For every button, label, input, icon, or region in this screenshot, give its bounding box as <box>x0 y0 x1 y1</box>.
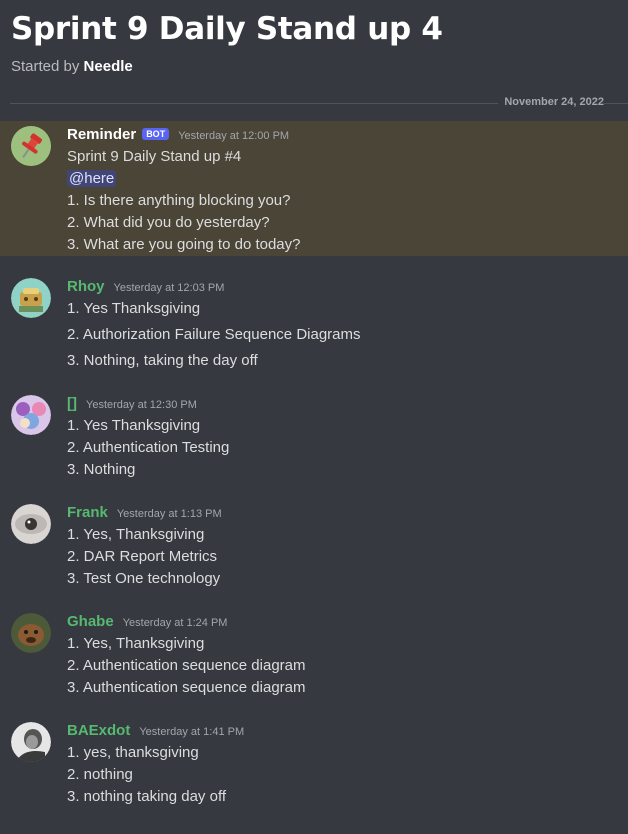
message-line: 2. nothing <box>67 766 133 783</box>
message-header: Reminder BOT Yesterday at 12:00 PM <box>67 126 289 143</box>
message-line: @here <box>67 170 117 187</box>
author-name[interactable]: Ghabe <box>67 613 114 630</box>
message-line: 3. Authentication sequence diagram <box>67 679 306 696</box>
message-line: 2. Authentication sequence diagram <box>67 657 306 674</box>
message-line: 3. Nothing <box>67 461 136 478</box>
started-by-name[interactable]: Needle <box>84 58 133 75</box>
message-line: 3. What are you going to do today? <box>67 236 301 253</box>
message-line: 2. Authentication Testing <box>67 439 230 456</box>
pushpin-icon <box>11 126 51 166</box>
message-header: Rhoy Yesterday at 12:03 PM <box>67 278 224 295</box>
timestamp[interactable]: Yesterday at 1:24 PM <box>123 617 228 629</box>
message-line: 3. Test One technology <box>67 570 221 587</box>
message-frank[interactable]: Frank Yesterday at 1:13 PM 1. Yes, Thank… <box>0 504 628 594</box>
bot-badge: BOT <box>142 128 170 140</box>
avatar[interactable] <box>11 613 51 653</box>
message-rhoy[interactable]: Rhoy Yesterday at 12:03 PM 1. Yes Thanks… <box>0 278 628 378</box>
message-line: Sprint 9 Daily Stand up #4 <box>67 148 242 165</box>
message-header: Frank Yesterday at 1:13 PM <box>67 504 222 521</box>
timestamp[interactable]: Yesterday at 1:13 PM <box>117 508 222 520</box>
message-line: 3. nothing taking day off <box>67 788 227 805</box>
message-line: 1. Yes Thanksgiving <box>67 300 201 317</box>
message-line: 1. Is there anything blocking you? <box>67 192 291 209</box>
avatar[interactable] <box>11 126 51 166</box>
avatar-image <box>11 722 51 762</box>
message-line: 3. Nothing, taking the day off <box>67 352 258 369</box>
message-line: 2. DAR Report Metrics <box>67 548 218 565</box>
message-ghabe[interactable]: Ghabe Yesterday at 1:24 PM 1. Yes, Thank… <box>0 613 628 703</box>
thread-header: Sprint 9 Daily Stand up 4 Started by Nee… <box>11 10 443 75</box>
avatar-image <box>11 278 51 318</box>
timestamp[interactable]: Yesterday at 12:00 PM <box>178 130 289 142</box>
author-name[interactable]: Frank <box>67 504 108 521</box>
avatar[interactable] <box>11 504 51 544</box>
started-by-prefix: Started by <box>11 58 84 75</box>
message-line: 1. Yes, Thanksgiving <box>67 635 205 652</box>
timestamp[interactable]: Yesterday at 12:30 PM <box>86 399 197 411</box>
message-brackets[interactable]: [] Yesterday at 12:30 PM 1. Yes Thanksgi… <box>0 395 628 485</box>
author-name[interactable]: Rhoy <box>67 278 105 295</box>
avatar-image <box>11 613 51 653</box>
message-line: 2. What did you do yesterday? <box>67 214 270 231</box>
avatar[interactable] <box>11 395 51 435</box>
message-header: BAExdot Yesterday at 1:41 PM <box>67 722 244 739</box>
message-line: 1. yes, thanksgiving <box>67 744 199 761</box>
avatar-image <box>11 504 51 544</box>
author-name[interactable]: Reminder <box>67 126 136 143</box>
message-line: 1. Yes, Thanksgiving <box>67 526 205 543</box>
avatar[interactable] <box>11 722 51 762</box>
here-mention[interactable]: @here <box>67 170 117 187</box>
timestamp[interactable]: Yesterday at 1:41 PM <box>139 726 244 738</box>
author-name[interactable]: [] <box>67 395 77 412</box>
thread-title: Sprint 9 Daily Stand up 4 <box>11 11 443 47</box>
message-reminder[interactable]: Reminder BOT Yesterday at 12:00 PM Sprin… <box>0 121 628 256</box>
message-header: Ghabe Yesterday at 1:24 PM <box>67 613 227 630</box>
timestamp[interactable]: Yesterday at 12:03 PM <box>114 282 225 294</box>
message-line: 2. Authorization Failure Sequence Diagra… <box>67 326 361 343</box>
message-line: 1. Yes Thanksgiving <box>67 417 201 434</box>
message-baexdot[interactable]: BAExdot Yesterday at 1:41 PM 1. yes, tha… <box>0 722 628 812</box>
date-divider-label: November 24, 2022 <box>498 96 604 108</box>
message-header: [] Yesterday at 12:30 PM <box>67 395 197 412</box>
avatar-image <box>11 395 51 435</box>
avatar[interactable] <box>11 278 51 318</box>
author-name[interactable]: BAExdot <box>67 722 130 739</box>
thread-started-by: Started by Needle <box>11 58 443 75</box>
